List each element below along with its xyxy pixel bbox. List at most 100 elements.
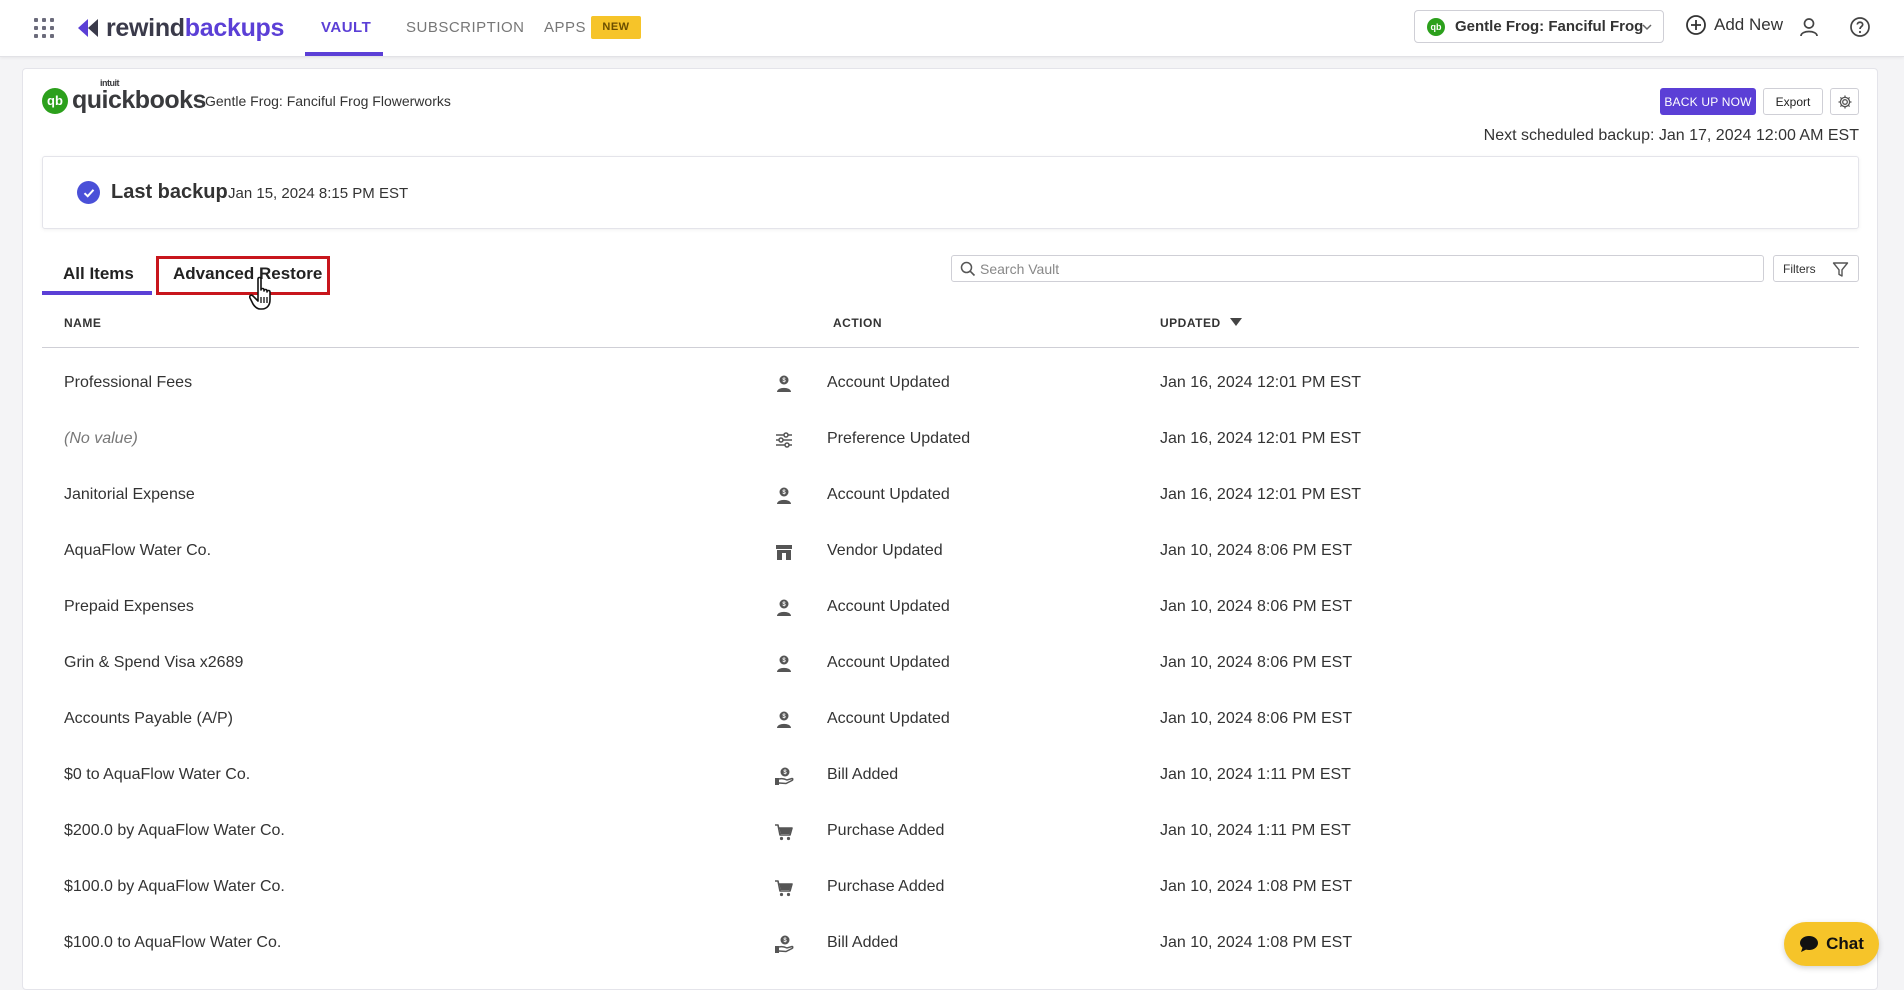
sort-descending-icon[interactable] — [1230, 317, 1242, 327]
search-icon — [960, 261, 976, 277]
top-navigation-bar: rewind backups VAULT SUBSCRIPTION APPS NE… — [0, 0, 1904, 57]
settings-button[interactable] — [1830, 88, 1859, 115]
row-name: $100.0 by AquaFlow Water Co. — [64, 878, 285, 895]
account-icon: $ — [774, 654, 794, 674]
tab-all-items[interactable]: All Items — [63, 264, 134, 284]
row-action: Account Updated — [827, 486, 950, 503]
table-row[interactable]: $0 to AquaFlow Water Co. $ Bill Added Jan 1… — [42, 748, 1859, 804]
row-name: (No value) — [64, 430, 138, 447]
row-updated: Jan 16, 2024 12:01 PM EST — [1160, 486, 1362, 503]
rewind-logo[interactable]: rewind backups — [76, 12, 284, 44]
nav-tab-subscription[interactable]: SUBSCRIPTION — [406, 19, 525, 36]
cart-icon — [774, 878, 794, 898]
table-row[interactable]: Professional Fees $ Account Updated Jan 16,… — [42, 356, 1859, 412]
search-vault — [951, 255, 1764, 282]
row-action: Vendor Updated — [827, 542, 943, 559]
column-header-action[interactable]: ACTION — [833, 316, 882, 330]
plus-circle-icon — [1686, 15, 1706, 35]
row-action: Preference Updated — [827, 430, 971, 447]
row-action: Account Updated — [827, 374, 950, 391]
table-row[interactable]: AquaFlow Water Co. Vendor Updated Jan 10, … — [42, 524, 1859, 580]
organization-selector[interactable]: qb Gentle Frog: Fanciful Frog F... — [1414, 10, 1664, 43]
row-updated: Jan 10, 2024 8:06 PM EST — [1160, 598, 1353, 615]
quickbooks-small-icon: qb — [1427, 17, 1445, 36]
filters-label: Filters — [1783, 261, 1816, 276]
column-header-name[interactable]: NAME — [64, 316, 101, 330]
filters-button[interactable]: Filters — [1773, 255, 1859, 282]
table-row[interactable]: $200.0 by AquaFlow Water Co. Purchase Add… — [42, 804, 1859, 860]
row-action: Purchase Added — [827, 878, 945, 895]
chevron-down-icon — [1642, 24, 1652, 31]
funnel-icon — [1832, 262, 1849, 277]
row-updated: Jan 10, 2024 8:06 PM EST — [1160, 654, 1353, 671]
row-name: $200.0 by AquaFlow Water Co. — [64, 822, 285, 839]
row-action: Purchase Added — [827, 822, 945, 839]
row-updated: Jan 10, 2024 1:08 PM EST — [1160, 934, 1353, 951]
quickbooks-wordmark: intuit quickbooks — [72, 78, 206, 115]
nav-tab-apps[interactable]: APPS — [544, 19, 586, 36]
row-updated: Jan 10, 2024 1:11 PM EST — [1160, 766, 1351, 783]
row-name: Grin & Spend Visa x2689 — [64, 654, 244, 671]
check-circle-icon — [77, 181, 100, 204]
cart-icon — [774, 822, 794, 842]
back-up-now-button[interactable]: BACK UP NOW — [1660, 88, 1756, 115]
user-icon[interactable] — [1798, 16, 1820, 38]
row-action: Bill Added — [827, 934, 899, 951]
row-action: Bill Added — [827, 766, 899, 783]
chat-bubble-icon — [1800, 936, 1819, 952]
account-icon: $ — [774, 598, 794, 618]
bill-icon: $ — [774, 934, 794, 954]
organization-selector-label: Gentle Frog: Fanciful Frog F... — [1455, 18, 1645, 35]
row-updated: Jan 10, 2024 8:06 PM EST — [1160, 710, 1353, 727]
bill-icon: $ — [774, 766, 794, 786]
account-icon: $ — [774, 486, 794, 506]
apps-grid-icon[interactable] — [34, 18, 54, 38]
quickbooks-mark-icon: qb — [42, 87, 68, 114]
last-backup-date: Jan 15, 2024 8:15 PM EST — [228, 185, 409, 202]
export-button[interactable]: Export — [1763, 88, 1823, 115]
table-row[interactable]: $100.0 to AquaFlow Water Co. $ Bill Added J… — [42, 916, 1859, 972]
add-new-label: Add New — [1714, 15, 1783, 34]
table-row[interactable]: Accounts Payable (A/P) $ Account Updated Ja… — [42, 692, 1859, 748]
last-backup-label: Last backup — [111, 181, 228, 203]
vendor-icon — [774, 542, 794, 562]
rewind-mark-icon — [78, 19, 98, 37]
tab-active-indicator — [42, 291, 152, 295]
quickbooks-logo: qb intuit quickbooks — [42, 78, 206, 115]
row-action: Account Updated — [827, 710, 950, 727]
table-row[interactable]: Prepaid Expenses $ Account Updated Jan 10, … — [42, 580, 1859, 636]
row-updated: Jan 10, 2024 8:06 PM EST — [1160, 542, 1353, 559]
row-name: $100.0 to AquaFlow Water Co. — [64, 934, 282, 951]
row-updated: Jan 16, 2024 12:01 PM EST — [1160, 374, 1362, 391]
add-new-button[interactable]: Add New — [1685, 14, 1783, 36]
help-icon[interactable] — [1849, 16, 1871, 38]
row-name: $0 to AquaFlow Water Co. — [64, 766, 251, 783]
table-row[interactable]: $100.0 by AquaFlow Water Co. Purchase Add… — [42, 860, 1859, 916]
brand-text-backups: backups — [184, 13, 285, 42]
nav-tab-vault[interactable]: VAULT — [321, 19, 371, 36]
row-name: Janitorial Expense — [64, 486, 195, 503]
row-action: Account Updated — [827, 654, 950, 671]
row-action: Account Updated — [827, 598, 950, 615]
row-name: Prepaid Expenses — [64, 598, 194, 615]
preference-icon — [774, 430, 794, 450]
column-header-updated[interactable]: UPDATED — [1160, 316, 1221, 330]
search-input[interactable] — [980, 260, 1763, 277]
table-row[interactable]: Janitorial Expense $ Account Updated Jan 16… — [42, 468, 1859, 524]
chat-button[interactable]: Chat — [1784, 922, 1879, 966]
tab-advanced-restore[interactable]: Advanced Restore — [173, 264, 322, 284]
chat-label: Chat — [1826, 934, 1864, 953]
row-name: Professional Fees — [64, 374, 193, 391]
account-icon: $ — [774, 710, 794, 730]
row-name: AquaFlow Water Co. — [64, 542, 212, 559]
quickbooks-text: quickbooks — [72, 86, 206, 114]
row-updated: Jan 10, 2024 1:11 PM EST — [1160, 822, 1351, 839]
table-header-divider — [42, 347, 1859, 348]
hand-cursor-icon — [249, 276, 271, 310]
table-row[interactable]: Grin & Spend Visa x2689 $ Account Updated J… — [42, 636, 1859, 692]
next-scheduled-backup: Next scheduled backup: Jan 17, 2024 12:0… — [1483, 127, 1859, 144]
row-updated: Jan 16, 2024 12:01 PM EST — [1160, 430, 1362, 447]
row-name: Accounts Payable (A/P) — [64, 710, 233, 727]
new-badge: NEW — [591, 16, 641, 39]
table-row[interactable]: (No value) Preference Updated Jan 16, 2024… — [42, 412, 1859, 468]
